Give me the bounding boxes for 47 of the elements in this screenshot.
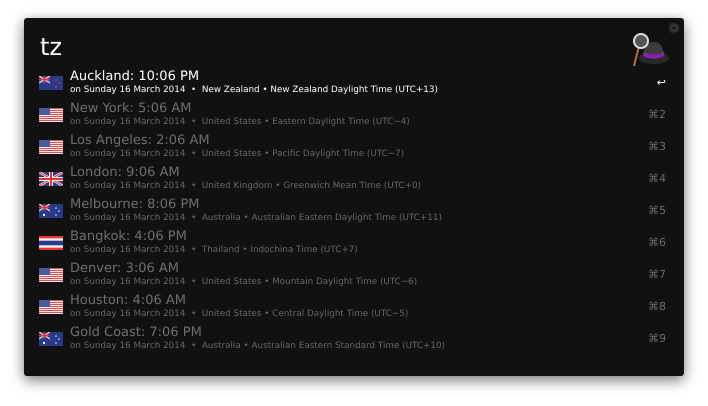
result-title: Denver: 3:06 AM	[70, 260, 180, 276]
result-row[interactable]: New York: 5:06 AM on Sunday 16 March 2014 • United States • Eastern Daylight Time (UTC−4) ⌘2	[24, 98, 684, 130]
result-row[interactable]: Bangkok: 4:06 PM on Sunday 16 March 2014 • Thailand • Indochina Time (UTC+7) ⌘6	[24, 226, 684, 258]
result-title: Gold Coast: 7:06 PM	[70, 324, 203, 340]
result-row[interactable]: Melbourne: 8:06 PM on Sunday 16 March 2014 • Australia • Australian Eastern Daylight Time (UTC+11) ⌘5	[24, 194, 684, 226]
result-row[interactable]: London: 9:06 AM on Sunday 16 March 2014 • United Kingdom • Greenwich Mean Time (UTC+0) ⌘4	[24, 162, 684, 194]
result-title: New York: 5:06 AM	[70, 100, 192, 116]
flag-icon	[39, 268, 63, 282]
result-title: Los Angeles: 2:06 AM	[70, 132, 211, 148]
result-title: Melbourne: 8:06 PM	[70, 196, 201, 212]
result-title: Bangkok: 4:06 PM	[70, 228, 188, 244]
result-row[interactable]: Los Angeles: 2:06 AM on Sunday 16 March 2014 • United States • Pacific Daylight Time (UTC−7) ⌘3	[24, 130, 684, 162]
shortcut-hint: ⌘9	[647, 332, 666, 344]
flag-icon	[39, 140, 63, 154]
flag-icon	[39, 332, 63, 346]
result-title: London: 9:06 AM	[70, 164, 181, 180]
flag-icon	[39, 236, 63, 250]
result-subtitle: on Sunday 16 March 2014 • Australia • Australian Eastern Standard Time (UTC+10)	[70, 340, 446, 352]
result-subtitle: on Sunday 16 March 2014 • Australia • Australian Eastern Daylight Time (UTC+11)	[70, 212, 443, 224]
settings-icon[interactable]	[668, 22, 680, 34]
shortcut-hint: ⌘8	[647, 300, 666, 312]
shortcut-hint: ⌘4	[647, 172, 666, 184]
result-title: Auckland: 10:06 PM	[70, 68, 200, 84]
result-subtitle: on Sunday 16 March 2014 • United States • Central Daylight Time (UTC−5)	[70, 308, 410, 320]
flag-icon	[39, 76, 63, 90]
result-title: Houston: 4:06 AM	[70, 292, 187, 308]
result-subtitle: on Sunday 16 March 2014 • Thailand • Indochina Time (UTC+7)	[70, 244, 359, 256]
result-subtitle: on Sunday 16 March 2014 • United Kingdom • Greenwich Mean Time (UTC+0)	[70, 180, 422, 192]
result-subtitle: on Sunday 16 March 2014 • United States • Pacific Daylight Time (UTC−7)	[70, 148, 406, 160]
shortcut-hint: ⌘7	[647, 268, 666, 280]
shortcut-hint: ⌘3	[647, 140, 666, 152]
result-subtitle: on Sunday 16 March 2014 • United States • Eastern Daylight Time (UTC−4)	[70, 116, 411, 128]
result-row[interactable]: Auckland: 10:06 PM on Sunday 16 March 2014 • New Zealand • New Zealand Daylight Time (UTC+13) ↩	[24, 66, 684, 98]
flag-icon	[39, 300, 63, 314]
shortcut-hint: ⌘2	[647, 108, 666, 120]
flag-icon	[39, 172, 63, 186]
result-subtitle: on Sunday 16 March 2014 • New Zealand • New Zealand Daylight Time (UTC+13)	[70, 84, 439, 96]
shortcut-hint: ⌘5	[647, 204, 666, 216]
shortcut-hint: ↩	[656, 76, 666, 88]
shortcut-hint: ⌘6	[647, 236, 666, 248]
result-row[interactable]: Denver: 3:06 AM on Sunday 16 March 2014 • United States • Mountain Daylight Time (UTC−6) ⌘7	[24, 258, 684, 290]
flag-icon	[39, 204, 63, 218]
search-query[interactable]: tz	[40, 32, 62, 62]
result-row[interactable]: Houston: 4:06 AM on Sunday 16 March 2014 • United States • Central Daylight Time (UTC−5) ⌘8	[24, 290, 684, 322]
flag-icon	[39, 108, 63, 122]
result-row[interactable]: Gold Coast: 7:06 PM on Sunday 16 March 2014 • Australia • Australian Eastern Standard Time (UTC+10) ⌘9	[24, 322, 684, 354]
result-subtitle: on Sunday 16 March 2014 • United States • Mountain Daylight Time (UTC−6)	[70, 276, 418, 288]
